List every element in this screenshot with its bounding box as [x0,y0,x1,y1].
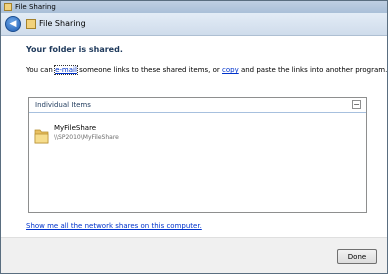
nav-title: File Sharing [39,19,86,28]
copy-link[interactable]: copy [222,66,239,74]
item-path: \\SP2010\MyFileShare [54,134,119,141]
page-heading: Your folder is shared. [26,45,123,54]
file-sharing-icon [26,19,36,29]
email-link[interactable]: e-mail [54,65,78,75]
collapse-button[interactable]: − [352,100,361,109]
file-sharing-icon [4,3,12,11]
navigation-bar: ◀ File Sharing [1,13,387,36]
show-network-shares-link[interactable]: Show me all the network shares on this c… [26,222,202,230]
done-button[interactable]: Done [337,249,377,264]
group-header: Individual Items − [29,98,366,113]
shared-items-list: Individual Items − MyFileShare \\SP2010\… [28,97,367,213]
footer-bar: Done [1,237,387,273]
shared-item[interactable]: MyFileShare \\SP2010\MyFileShare [34,124,234,146]
description-text: and paste the links into another program… [238,66,388,74]
main-content: Your folder is shared. You can e-mail so… [1,36,387,237]
back-button[interactable]: ◀ [5,16,21,32]
folder-icon [34,129,49,144]
description-text: someone links to these shared items, or [76,66,223,74]
description: You can e-mail someone links to these sh… [26,65,388,75]
description-text: You can [26,66,56,74]
item-name: MyFileShare [54,124,97,132]
group-label: Individual Items [35,101,91,109]
title-bar[interactable]: File Sharing [1,1,387,13]
file-sharing-window: File Sharing ◀ File Sharing Your folder … [0,0,388,274]
window-title: File Sharing [15,3,56,11]
